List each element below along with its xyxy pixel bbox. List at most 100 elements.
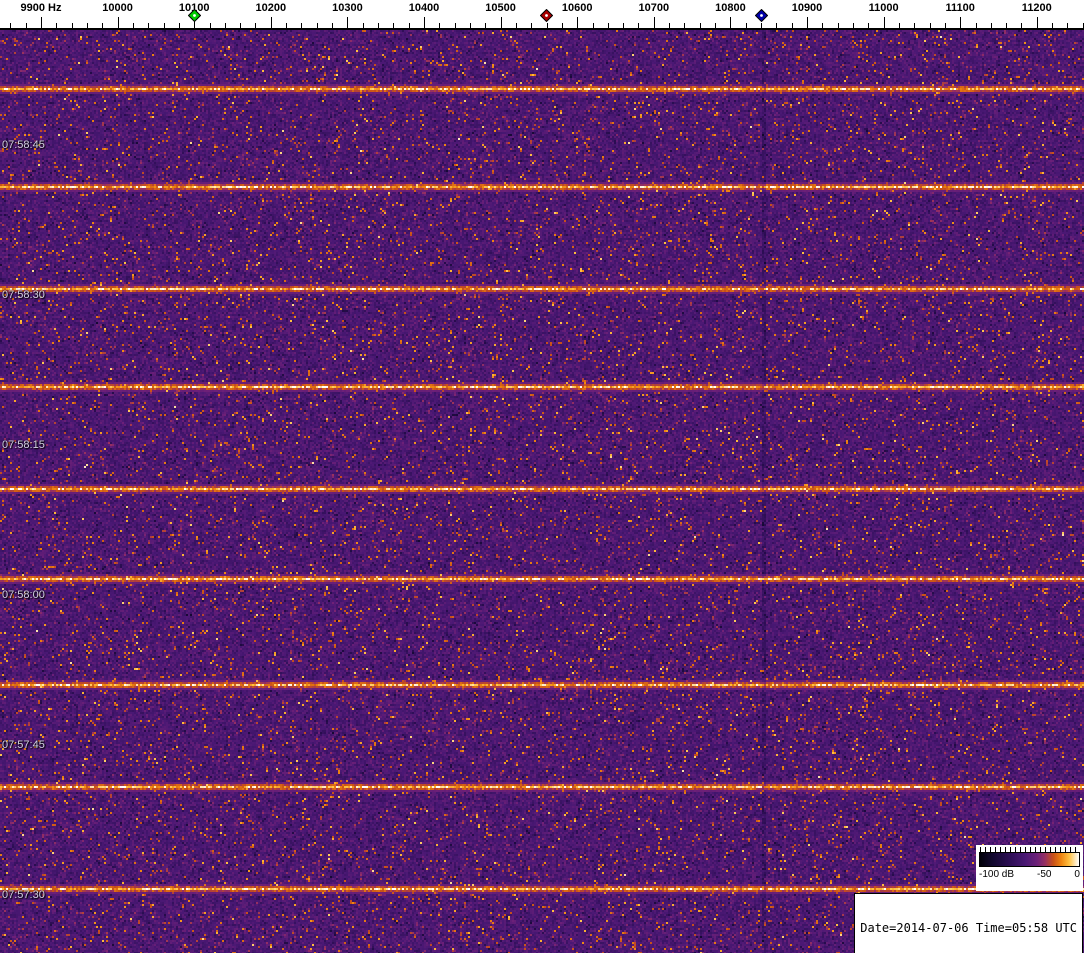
minor-tick	[822, 23, 824, 28]
minor-tick	[975, 23, 977, 28]
minor-tick	[469, 23, 471, 28]
minor-tick	[715, 23, 717, 28]
time-label: 07:58:30	[2, 289, 45, 301]
minor-tick	[745, 23, 747, 28]
minor-tick	[776, 23, 778, 28]
major-tick	[117, 17, 119, 28]
minor-tick	[408, 23, 410, 28]
minor-tick	[102, 23, 104, 28]
minor-tick	[224, 23, 226, 28]
minor-tick	[914, 23, 916, 28]
minor-tick	[163, 23, 165, 28]
minor-tick	[454, 23, 456, 28]
colorbar-labels: -100 dB -50 0	[979, 869, 1080, 880]
minor-tick	[132, 23, 134, 28]
spectrogram-app: 9900 Hz 10000 10100 10200 10300 10400 10500 106…	[0, 0, 1084, 953]
major-tick	[41, 17, 42, 28]
red-marker[interactable]	[539, 8, 554, 23]
freq-label: 11100	[945, 2, 975, 14]
minor-tick	[485, 23, 487, 28]
minor-tick	[837, 23, 839, 28]
waterfall-canvas[interactable]	[0, 30, 1084, 953]
major-tick	[807, 17, 808, 28]
red-marker-icon	[539, 8, 554, 23]
freq-label: 10300	[332, 2, 363, 14]
green-marker[interactable]	[187, 8, 201, 23]
info-box: Date=2014-07-06 Time=05:58 UTC Freq=143 …	[854, 893, 1083, 953]
minor-tick	[561, 23, 563, 28]
minor-tick	[362, 23, 364, 28]
time-label: 07:58:45	[2, 139, 45, 151]
minor-tick	[316, 23, 318, 28]
colorbar-label-mid: -50	[1037, 869, 1052, 880]
major-tick	[347, 17, 349, 28]
freq-label: 10900	[791, 2, 823, 14]
major-tick	[1036, 17, 1038, 28]
freq-label: 10700	[638, 2, 670, 14]
minor-tick	[944, 23, 946, 28]
minor-tick	[531, 23, 533, 28]
minor-tick	[1006, 23, 1008, 28]
minor-tick	[86, 23, 88, 28]
minor-tick	[638, 23, 640, 28]
minor-tick	[25, 23, 27, 28]
waterfall-display[interactable]: -100 dB -50 0 Date=2014-07-06 Time=05:58…	[0, 30, 1084, 953]
minor-tick	[255, 23, 257, 28]
time-label: 07:57:30	[2, 889, 45, 901]
freq-label: 11200	[1021, 2, 1052, 14]
major-tick	[960, 17, 962, 28]
blue-marker-icon	[754, 8, 768, 23]
minor-tick	[10, 23, 12, 28]
minor-tick	[607, 23, 609, 28]
freq-label: 11000	[868, 2, 899, 14]
minor-tick	[852, 23, 854, 28]
minor-tick	[71, 23, 73, 28]
minor-tick	[791, 23, 793, 28]
freq-label: 10000	[102, 2, 133, 14]
freq-label: 10200	[255, 2, 287, 14]
minor-tick	[761, 23, 763, 28]
minor-tick	[1021, 23, 1023, 28]
minor-tick	[148, 23, 150, 28]
minor-tick	[209, 23, 211, 28]
minor-tick	[699, 23, 701, 28]
time-label: 07:57:45	[2, 739, 45, 751]
freq-label: 10500	[485, 2, 516, 14]
minor-tick	[378, 23, 380, 28]
minor-tick	[439, 23, 441, 28]
blue-marker[interactable]	[754, 8, 768, 23]
colorbar-gradient	[979, 852, 1080, 867]
minor-tick	[240, 23, 242, 28]
minor-tick	[286, 23, 288, 28]
time-label: 07:58:15	[2, 439, 45, 451]
minor-tick	[546, 23, 548, 28]
time-label: 07:58:00	[2, 589, 45, 601]
minor-tick	[1052, 23, 1054, 28]
freq-label: 10600	[561, 2, 593, 14]
minor-tick	[56, 23, 58, 28]
freq-label: 9900 Hz	[20, 2, 62, 14]
minor-tick	[301, 23, 303, 28]
major-tick	[577, 17, 579, 28]
minor-tick	[592, 23, 594, 28]
info-date-time: Date=2014-07-06 Time=05:58 UTC	[860, 921, 1077, 935]
minor-tick	[868, 23, 870, 28]
major-tick	[883, 17, 885, 28]
minor-tick	[1067, 23, 1069, 28]
minor-tick	[515, 23, 517, 28]
green-marker-icon	[187, 8, 201, 23]
minor-tick	[990, 23, 992, 28]
minor-tick	[929, 23, 931, 28]
minor-tick	[898, 23, 900, 28]
freq-label: 10800	[715, 2, 746, 14]
minor-tick	[623, 23, 625, 28]
minor-tick	[684, 23, 686, 28]
major-tick	[270, 17, 272, 28]
colorbar-label-min: -100 dB	[979, 869, 1015, 880]
freq-label: 10400	[408, 2, 440, 14]
minor-tick	[669, 23, 671, 28]
major-tick	[500, 17, 502, 28]
major-tick	[730, 17, 732, 28]
frequency-ruler[interactable]: 9900 Hz 10000 10100 10200 10300 10400 10500 106…	[0, 0, 1084, 30]
minor-tick	[178, 23, 180, 28]
